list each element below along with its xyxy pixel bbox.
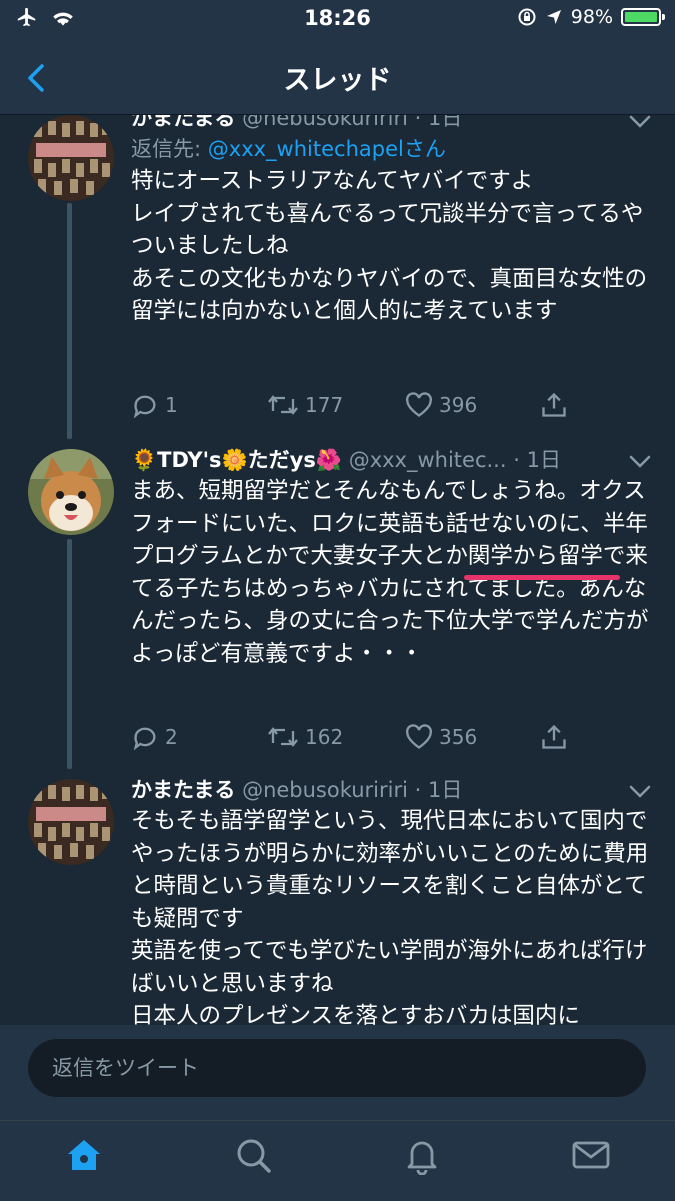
share-button[interactable] (540, 721, 580, 753)
chevron-down-icon[interactable] (629, 115, 651, 129)
retweet-count: 162 (305, 725, 344, 749)
page-title: スレッド (283, 65, 392, 96)
retweet-count: 177 (305, 393, 344, 417)
timestamp[interactable]: 1日 (428, 115, 462, 130)
tweet[interactable]: 🌻TDY's🌼ただys🌺 @xxx_whitec... · 1日 まあ、短期留学… (0, 445, 675, 775)
share-icon (542, 724, 566, 749)
tweet-text: 特にオーストラリアなんてヤバイですよ レイプされても喜んでるって冗談半分で言って… (131, 168, 648, 324)
like-count: 356 (439, 725, 478, 749)
retweet-button[interactable]: 162 (267, 721, 405, 753)
heart-icon (406, 392, 432, 417)
retweet-icon (268, 395, 298, 415)
share-icon (542, 392, 566, 417)
avatar[interactable] (28, 779, 114, 865)
like-count: 396 (439, 393, 478, 417)
tweet-actions: 2 162 356 (131, 721, 601, 753)
share-button[interactable] (540, 389, 580, 421)
battery-icon (621, 8, 665, 26)
tab-bar (0, 1120, 675, 1201)
tweet-text: そもそも語学留学という、現代日本において国内でやったほうが明らかに効率がいいこと… (131, 808, 649, 1025)
thread-timeline[interactable]: かまたまる @nebusokuririri · 1日 返信先: @xxx_whi… (0, 115, 675, 1025)
timestamp[interactable]: 1日 (428, 778, 462, 802)
like-button[interactable]: 356 (405, 721, 540, 753)
reply-to-link[interactable]: @xxx_whitechapelさん (208, 137, 446, 161)
tweet-header: かまたまる @nebusokuririri · 1日 (131, 115, 655, 133)
reply-icon (133, 395, 156, 419)
avatar[interactable] (28, 449, 114, 535)
tweet-actions: 1 177 396 (131, 389, 601, 421)
nav-bar: スレッド (0, 40, 675, 115)
reply-button[interactable]: 1 (131, 389, 267, 421)
reply-button[interactable]: 2 (131, 721, 267, 753)
status-right: 98% (517, 6, 665, 28)
reply-context: 返信先: @xxx_whitechapelさん (131, 133, 655, 165)
chevron-down-icon[interactable] (629, 455, 651, 469)
chevron-down-icon[interactable] (629, 785, 651, 799)
tweet-text: まあ、短期留学だとそんなもんでしょうね。オクスフォードにいた、ロクに英語も話せな… (131, 478, 649, 667)
search-icon[interactable] (233, 1135, 273, 1175)
display-name[interactable]: かまたまる (131, 115, 235, 130)
timestamp[interactable]: 1日 (527, 448, 561, 472)
rotation-lock-icon (518, 8, 536, 26)
reply-input[interactable] (28, 1039, 646, 1097)
messages-icon[interactable] (571, 1135, 611, 1175)
username[interactable]: @nebusokuririri (242, 115, 408, 130)
tweet-header: 🌻TDY's🌼ただys🌺 @xxx_whitec... · 1日 (131, 448, 561, 472)
reply-to-label: 返信先: (131, 137, 208, 161)
display-name[interactable]: かまたまる (131, 778, 235, 802)
username[interactable]: @xxx_whitec... (349, 448, 507, 472)
status-bar: 18:26 98% (0, 0, 675, 40)
location-icon (546, 10, 561, 24)
tweet-header: かまたまる @nebusokuririri · 1日 (131, 778, 463, 802)
retweet-icon (268, 727, 298, 747)
like-button[interactable]: 396 (405, 389, 540, 421)
avatar[interactable] (28, 115, 114, 201)
tweet[interactable]: かまたまる @nebusokuririri · 1日 返信先: @xxx_whi… (0, 115, 675, 445)
battery-percent: 98% (570, 6, 613, 28)
reply-compose-bar (0, 1025, 675, 1120)
thread-line (67, 203, 72, 439)
home-icon[interactable] (64, 1135, 104, 1175)
tweet[interactable]: かまたまる @nebusokuririri · 1日 そもそも語学留学という、現… (0, 775, 675, 1025)
reply-count: 1 (165, 393, 178, 417)
username[interactable]: @nebusokuririri (242, 778, 408, 802)
reply-count: 2 (165, 725, 178, 749)
notifications-icon[interactable] (402, 1135, 442, 1175)
reply-icon (133, 727, 156, 751)
heart-icon (406, 724, 432, 749)
thread-line (67, 539, 72, 769)
display-name[interactable]: 🌻TDY's🌼ただys🌺 (131, 448, 342, 472)
underline-annotation (464, 575, 620, 580)
retweet-button[interactable]: 177 (267, 389, 405, 421)
